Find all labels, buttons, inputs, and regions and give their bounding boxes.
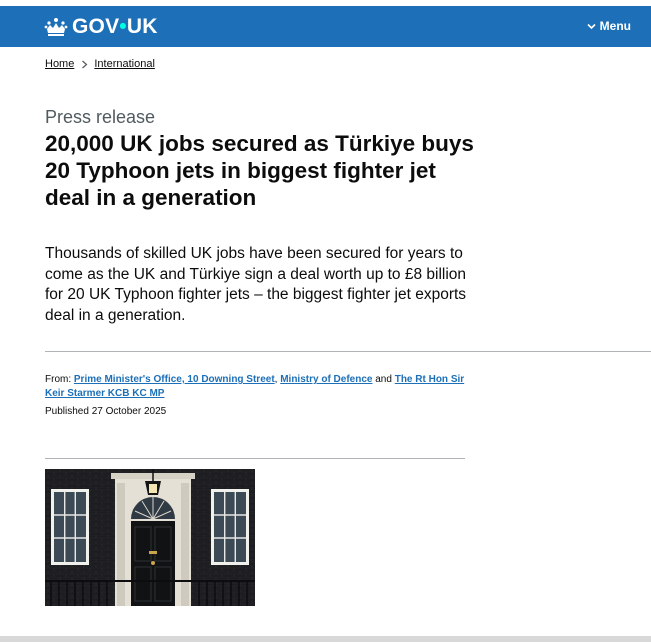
govuk-logo-text: GOV•UK [72,15,158,38]
crown-icon [44,18,68,36]
menu-label: Menu [599,19,631,33]
published-label: Published [45,406,89,417]
chevron-right-icon [82,60,88,68]
org-separator-comma: , [274,374,278,385]
org-separator-and: and [375,374,392,385]
org-link-pm-office[interactable]: Prime Minister's Office, 10 Downing Stre… [74,374,275,385]
metadata-divider [45,458,465,459]
page-title: 20,000 UK jobs secured as Türkiye buys 2… [45,131,474,210]
published-date: Published 27 October 2025 [45,406,166,417]
org-link-mod[interactable]: Ministry of Defence [280,374,372,385]
breadcrumb-international-link[interactable]: International [94,58,155,70]
page-caption: Press release [45,107,156,127]
section-divider [45,351,651,352]
from-label: From: [45,374,72,385]
govuk-logo-link[interactable]: GOV•UK [44,15,158,39]
downing-street-door-photo [45,469,255,606]
breadcrumb: Home International [45,58,155,70]
published-date-value: 27 October 2025 [91,406,167,417]
govuk-header: GOV•UK Menu [0,6,651,47]
bottom-scroll-edge [0,636,651,642]
from-metadata: From: Prime Minister's Office, 10 Downin… [45,373,475,401]
lede-paragraph: Thousands of skilled UK jobs have been s… [45,245,467,324]
menu-button[interactable]: Menu [587,19,631,33]
chevron-down-icon [587,23,596,29]
breadcrumb-home-link[interactable]: Home [45,58,74,70]
